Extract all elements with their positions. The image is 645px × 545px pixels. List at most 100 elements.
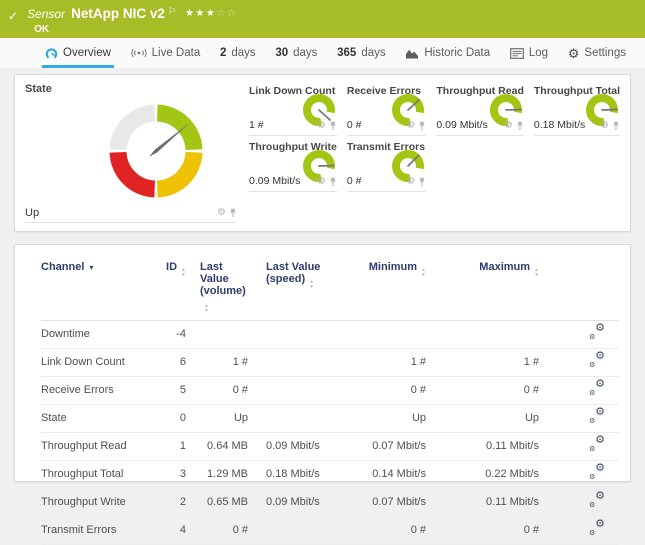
priority-flag-icon[interactable]: ⚐ xyxy=(168,6,176,17)
cell-last_value_volume: Up xyxy=(186,405,248,433)
star-filled-icon[interactable]: ★ xyxy=(185,8,195,19)
channel-settings-gears-icon[interactable]: ⚙⚙ xyxy=(589,438,605,451)
pin-icon[interactable] xyxy=(516,121,524,131)
channel-settings-gears-icon[interactable]: ⚙⚙ xyxy=(589,382,605,395)
column-header-minimum[interactable]: Minimum▲▼ xyxy=(346,257,426,321)
cell-id: 1 xyxy=(161,433,186,461)
cell-maximum: 1 # xyxy=(426,349,539,377)
channel-settings-gears-icon[interactable]: ⚙⚙ xyxy=(589,410,605,423)
tab-historic-data[interactable]: Historic Data xyxy=(402,38,493,68)
channel-table-header-row: Channel▾ID▲▼Last Value(volume)▲▼Last Val… xyxy=(41,257,619,321)
star-filled-icon[interactable]: ★ xyxy=(206,8,216,19)
tab-overview[interactable]: Overview xyxy=(42,38,114,68)
channel-row-throughput-write: Throughput Write20.65 MB0.09 Mbit/s0.07 … xyxy=(41,489,619,517)
gear-icon[interactable]: ⚙ xyxy=(406,177,415,187)
log-icon xyxy=(510,48,524,59)
pin-icon[interactable] xyxy=(229,208,237,218)
gauge-icon xyxy=(45,47,58,59)
gear-icon[interactable]: ⚙ xyxy=(317,121,326,131)
cell-last_value_volume: 0.64 MB xyxy=(186,433,248,461)
column-header-id[interactable]: ID▲▼ xyxy=(161,257,186,321)
star-empty-icon[interactable]: ☆ xyxy=(227,8,237,19)
channel-settings-gears-icon[interactable]: ⚙⚙ xyxy=(589,326,605,339)
pin-icon[interactable] xyxy=(329,177,337,187)
column-header-maximum[interactable]: Maximum▲▼ xyxy=(426,257,539,321)
overview-content: State Up ⚙ Link Down Count 1 # ⚙ Receive… xyxy=(0,68,645,482)
cell-minimum: Up xyxy=(346,405,426,433)
cell-maximum xyxy=(426,321,539,349)
tab-live-data[interactable]: Live Data xyxy=(128,38,204,68)
cell-actions: ⚙⚙ xyxy=(539,377,619,405)
sort-toggle-icon: ▲▼ xyxy=(204,304,209,313)
column-label: ID xyxy=(166,261,177,273)
sort-toggle-icon: ▲▼ xyxy=(309,280,314,289)
cell-maximum: Up xyxy=(426,405,539,433)
cell-actions: ⚙⚙ xyxy=(539,433,619,461)
pin-icon[interactable] xyxy=(612,121,620,131)
column-header-last_value_speed[interactable]: Last Value(speed)▲▼ xyxy=(248,257,346,321)
gauge-segment xyxy=(118,113,155,150)
channel-settings-gears-icon[interactable]: ⚙⚙ xyxy=(589,494,605,507)
gear-icon[interactable]: ⚙ xyxy=(317,177,326,187)
cell-channel[interactable]: Throughput Total xyxy=(41,461,161,489)
cell-channel[interactable]: Link Down Count xyxy=(41,349,161,377)
cell-last_value_speed: 0.09 Mbit/s xyxy=(248,433,346,461)
column-label: Minimum xyxy=(369,261,417,273)
cell-maximum: 0.11 Mbit/s xyxy=(426,433,539,461)
cell-last_value_speed xyxy=(248,377,346,405)
cell-minimum: 1 # xyxy=(346,349,426,377)
column-header-last_value_volume[interactable]: Last Value(volume)▲▼ xyxy=(186,257,248,321)
pin-icon[interactable] xyxy=(329,121,337,131)
cell-channel[interactable]: State xyxy=(41,405,161,433)
tab-2-days[interactable]: 2days xyxy=(217,38,259,68)
sort-desc-icon: ▾ xyxy=(89,263,93,272)
cell-actions: ⚙⚙ xyxy=(539,405,619,433)
gauge-segment xyxy=(157,152,194,189)
cell-last_value_volume xyxy=(186,321,248,349)
tab-log[interactable]: Log xyxy=(507,38,551,68)
star-empty-icon[interactable]: ☆ xyxy=(216,8,226,19)
gear-icon[interactable]: ⚙ xyxy=(406,121,415,131)
column-label: Channel xyxy=(41,261,84,273)
tab-settings[interactable]: ⚙Settings xyxy=(565,38,629,68)
cell-channel[interactable]: Throughput Write xyxy=(41,489,161,517)
cell-channel[interactable]: Throughput Read xyxy=(41,433,161,461)
gauge-needle xyxy=(506,110,521,111)
cell-maximum: 0 # xyxy=(426,517,539,545)
channel-row-throughput-read: Throughput Read10.64 MB0.09 Mbit/s0.07 M… xyxy=(41,433,619,461)
live-data-icon xyxy=(131,47,147,59)
channel-row-link-down-count: Link Down Count61 #1 #1 #⚙⚙ xyxy=(41,349,619,377)
channel-settings-gears-icon[interactable]: ⚙⚙ xyxy=(589,466,605,479)
channel-settings-gears-icon[interactable]: ⚙⚙ xyxy=(589,522,605,535)
gauge-needle xyxy=(602,110,617,111)
gauge-segment xyxy=(118,152,155,189)
channel-settings-gears-icon[interactable]: ⚙⚙ xyxy=(589,354,605,367)
cell-actions: ⚙⚙ xyxy=(539,321,619,349)
mini-gauge-grid: Link Down Count 1 # ⚙ Receive Errors 0 #… xyxy=(249,83,620,223)
historic-data-icon xyxy=(405,48,419,59)
pin-icon[interactable] xyxy=(418,177,426,187)
tab-365-days[interactable]: 365days xyxy=(334,38,388,68)
gear-icon[interactable]: ⚙ xyxy=(600,121,609,131)
cell-channel[interactable]: Receive Errors xyxy=(41,377,161,405)
tab-30-days[interactable]: 30days xyxy=(272,38,320,68)
gauge-value: 0 # xyxy=(347,175,362,187)
tab-bar: Overview Live Data 2days 30days 365days Histo… xyxy=(0,38,645,68)
pin-icon[interactable] xyxy=(418,121,426,131)
star-rating: ★★★☆☆ xyxy=(185,8,237,19)
object-type-label: Sensor xyxy=(27,7,65,21)
sensor-name: NetApp NIC v2 xyxy=(71,6,165,21)
star-filled-icon[interactable]: ★ xyxy=(195,8,205,19)
column-label: Last Value xyxy=(266,261,320,273)
cell-last_value_speed xyxy=(248,349,346,377)
gauge-value: Up xyxy=(25,207,39,219)
channel-table-body: Downtime-4⚙⚙Link Down Count61 #1 #1 #⚙⚙R… xyxy=(41,321,619,545)
column-header-channel[interactable]: Channel ▾ xyxy=(41,257,161,321)
gear-icon[interactable]: ⚙ xyxy=(217,208,226,218)
cell-channel[interactable]: Transmit Errors xyxy=(41,517,161,545)
channel-row-state: State0UpUpUp⚙⚙ xyxy=(41,405,619,433)
cell-last_value_volume: 1 # xyxy=(186,349,248,377)
cell-channel[interactable]: Downtime xyxy=(41,321,161,349)
gear-icon[interactable]: ⚙ xyxy=(504,121,513,131)
column-label: (volume)▲▼ xyxy=(200,285,248,312)
